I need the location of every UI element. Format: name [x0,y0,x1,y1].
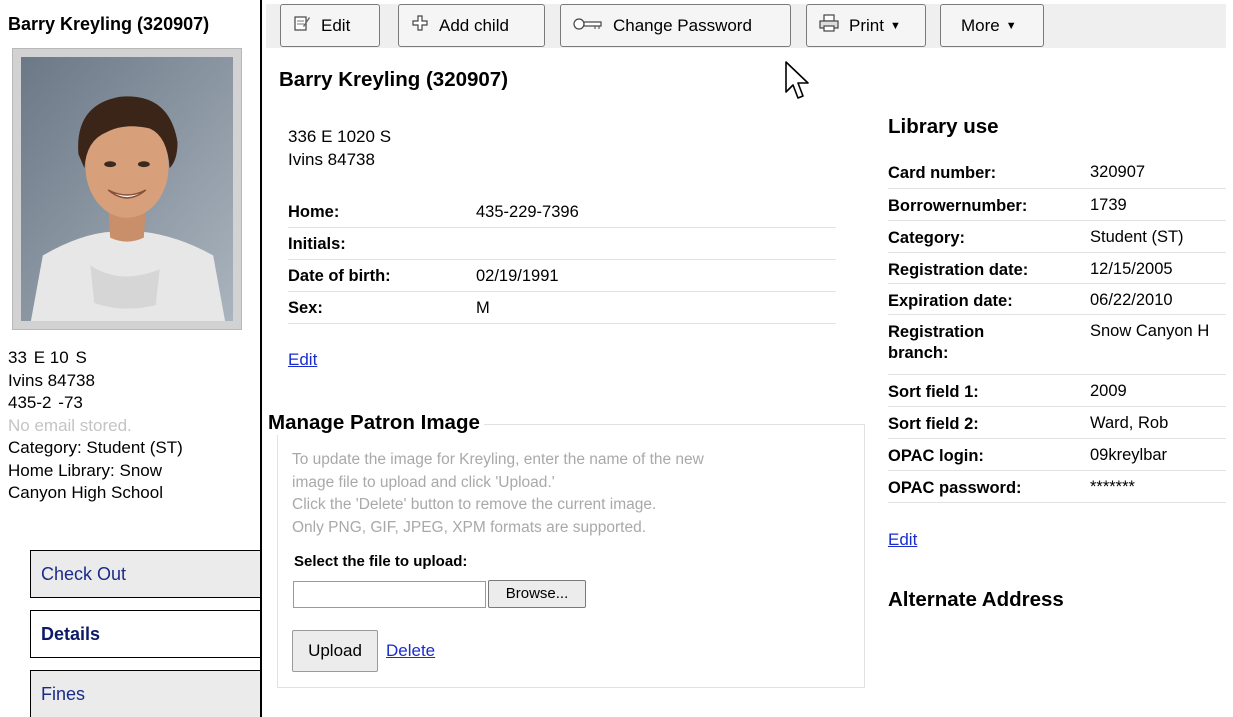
edit-note-icon [293,14,311,37]
address-line-2: Ivins 84738 [288,149,375,169]
library-row-sort-field-2: Sort field 2: Ward, Rob [888,407,1226,439]
help-line: Only PNG, GIF, JPEG, XPM formats are sup… [292,518,647,536]
toolbar: Edit Add child Change Password Print ▼ M… [266,4,1226,48]
patron-photo [12,48,242,330]
library-row-opac-password: OPAC password: ******* [888,471,1226,503]
library-value: 1739 [1090,196,1127,214]
detail-row-date-of-birth: Date of birth: 02/19/1991 [288,260,836,292]
library-value: 09kreylbar [1090,446,1168,464]
detail-row-initials: Initials: [288,228,836,260]
sidebar-phone: 435-2 -73 [8,393,90,412]
edit-details-link[interactable]: Edit [288,350,317,370]
sidebar-city: Ivins 84738 [8,370,95,390]
print-button-label: Print [849,15,884,35]
library-label: Borrowernumber: [888,197,1028,215]
add-child-button-label: Add child [439,15,509,35]
add-child-button[interactable]: Add child [398,4,545,47]
help-line: To update the image for Kreyling, enter … [292,451,704,468]
printer-icon [819,14,839,37]
detail-value: M [476,299,490,317]
library-row-registration-branch: Registration branch: Snow Canyon H [888,315,1226,375]
sidebar-tab-fines[interactable]: Fines [30,670,260,717]
mouse-cursor-icon [785,61,809,99]
help-line: Click the 'Delete' button to remove the … [292,496,657,513]
file-upload-label: Select the file to upload: [294,553,468,570]
sidebar-home-library: Home Library: Snow [8,460,163,480]
chevron-down-icon: ▼ [889,19,901,32]
library-value: 12/15/2005 [1090,260,1173,278]
library-value: 2009 [1090,382,1127,400]
sidebar-tab-label: Fines [41,684,86,704]
library-label: OPAC password: [888,479,1022,497]
library-label: Registration date: [888,261,1029,279]
sidebar-home-library-cont: Canyon High School [8,483,163,502]
library-value: Ward, Rob [1090,414,1169,432]
library-row-expiration-date: Expiration date: 06/22/2010 [888,284,1226,315]
sidebar-email: No email stored. [8,415,132,435]
patron-sidebar: Barry Kreyling (320907) 33 E 10 S Ivins … [0,0,262,717]
edit-button[interactable]: Edit [280,4,380,47]
plus-icon [411,14,429,37]
library-use-title: Library use [888,115,999,138]
library-value: 06/22/2010 [1090,291,1173,309]
library-label: Sort field 1: [888,383,979,401]
detail-label: Sex: [288,299,323,317]
change-password-button[interactable]: Change Password [560,4,791,47]
change-password-button-label: Change Password [613,15,752,35]
detail-label: Home: [288,203,340,221]
sidebar-street: 33 E 10 S [8,348,87,367]
detail-label: Date of birth: [288,267,391,285]
edit-button-label: Edit [321,15,351,35]
library-row-registration-date: Registration date: 12/15/2005 [888,253,1226,284]
page-title: Barry Kreyling (320907) [279,68,509,91]
browse-button[interactable]: Browse... [488,580,586,608]
library-use-table: Card number: 320907 Borrowernumber: 1739… [888,156,1226,503]
library-label: Expiration date: [888,292,1013,310]
library-row-sort-field-1: Sort field 1: 2009 [888,375,1226,407]
delete-image-link[interactable]: Delete [386,641,435,661]
file-path-input[interactable] [293,581,486,608]
detail-value: 02/19/1991 [476,267,559,285]
chevron-down-icon: ▼ [1005,19,1017,32]
detail-row-home: Home: 435-229-7396 [288,196,836,228]
library-row-card-number: Card number: 320907 [888,156,1226,189]
help-line: image file to upload and click 'Upload.' [292,473,555,491]
library-label: Registration branch: [888,323,985,362]
more-button[interactable]: More ▼ [940,4,1044,47]
patron-address: 336 E 1020 S Ivins 84738 [288,126,391,171]
library-row-category: Category: Student (ST) [888,221,1226,253]
library-label: OPAC login: [888,447,984,465]
sidebar-patron-info: 33 E 10 S Ivins 84738 435-2 -73 No email… [8,347,183,505]
alternate-address-title: Alternate Address [888,588,1064,611]
sidebar-tab-label: Details [41,624,101,644]
sidebar-category: Category: Student (ST) [8,438,183,457]
sidebar-tab-check-out[interactable]: Check Out [30,550,260,598]
library-label: Card number: [888,164,997,182]
address-line-1: 336 E 1020 S [288,127,392,146]
more-button-label: More [961,15,1000,35]
library-row-opac-login: OPAC login: 09kreylbar [888,439,1226,471]
sidebar-patron-name: Barry Kreyling (320907) [8,14,210,34]
patron-image-help: To update the image for Kreyling, enter … [292,449,704,539]
sidebar-tab-label: Check Out [41,564,127,584]
patron-photo-image [21,57,233,321]
detail-row-sex: Sex: M [288,292,836,324]
detail-value: 435-229-7396 [476,203,579,221]
library-value: Snow Canyon H [1090,322,1210,340]
library-row-borrowernumber: Borrowernumber: 1739 [888,189,1226,221]
library-value: 320907 [1090,163,1146,181]
library-value: Student (ST) [1090,228,1184,246]
detail-label: Initials: [288,235,346,253]
edit-library-use-link[interactable]: Edit [888,530,917,550]
sidebar-tab-details[interactable]: Details [30,610,260,658]
upload-button[interactable]: Upload [292,630,378,672]
library-label: Sort field 2: [888,415,979,433]
library-value: ******* [1090,478,1135,496]
print-button[interactable]: Print ▼ [806,4,926,47]
library-label: Category: [888,229,966,247]
key-icon [573,16,603,36]
patron-image-title: Manage Patron Image [268,411,484,435]
